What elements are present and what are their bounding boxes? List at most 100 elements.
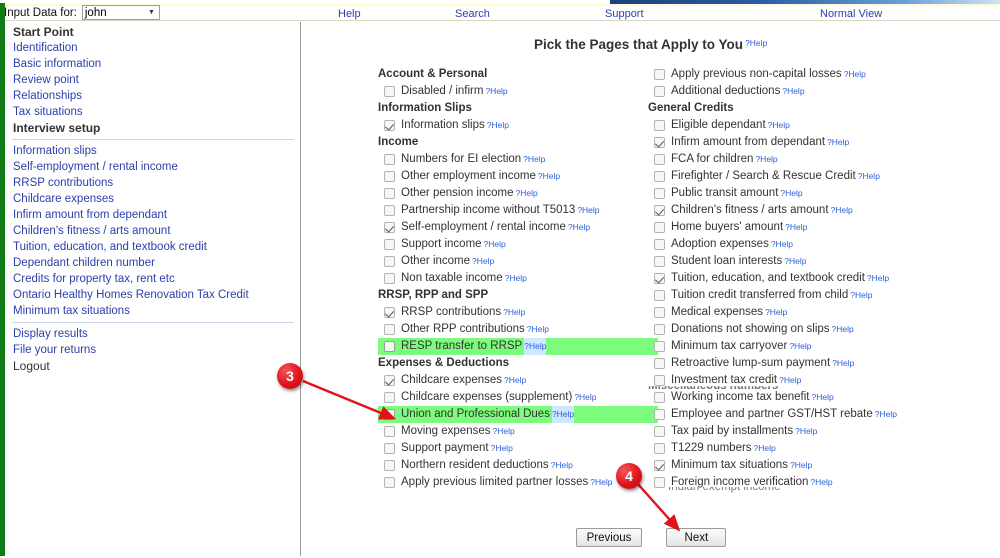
sidebar-item-identification[interactable]: Identification [6,40,298,56]
help-link-disabled-infirm[interactable]: ?Help [485,83,507,100]
help-link-minimum-tax-carryover[interactable]: ?Help [789,338,811,355]
help-link-tuition-education-and-textbook-credit[interactable]: ?Help [867,270,889,287]
help-link-tuition-credit-transferred-from-child[interactable]: ?Help [850,287,872,304]
help-link-home-buyers-amount[interactable]: ?Help [785,219,807,236]
help-link-retroactive-lump-sum-payment[interactable]: ?Help [832,355,854,372]
checkbox-row-support-income[interactable]: Support income ?Help [378,236,658,253]
checkbox-row-additional-deductions[interactable]: Additional deductions ?Help [648,83,948,100]
sidebar-item-minimum-tax-situations[interactable]: Minimum tax situations [6,303,298,319]
sidebar-item-tuition-education-textbook-credit[interactable]: Tuition, education, and textbook credit [6,239,298,255]
checkbox-row-other-income[interactable]: Other income ?Help [378,253,658,270]
checkbox-row-other-pension-income[interactable]: Other pension income ?Help [378,185,658,202]
checkbox-row-t1229-numbers[interactable]: T1229 numbers ?Help [648,440,948,457]
help-link-non-taxable-income[interactable]: ?Help [505,270,527,287]
checkbox-row-working-income-tax-benefit[interactable]: Working income tax benefit ?Help [648,389,948,406]
checkbox-firefighter-search-and-rescue-credit[interactable] [654,171,665,182]
checkbox-row-resp-transfer-to-rrsp[interactable]: RESP transfer to RRSP ?Help [378,338,658,355]
help-link-apply-previous-limited-partner-losses[interactable]: ?Help [590,474,612,491]
help-link-working-income-tax-benefit[interactable]: ?Help [812,389,834,406]
checkbox-minimum-tax-situations[interactable] [654,460,665,471]
sidebar-item-infirm-amount-from-dependant[interactable]: Infirm amount from dependant [6,207,298,223]
previous-button[interactable]: Previous [575,528,643,547]
checkbox-resp-transfer-to-rrsp[interactable] [384,341,395,352]
checkbox-row-donations-not-showing-on-slips[interactable]: Donations not showing on slips ?Help [648,321,948,338]
help-link-medical-expenses[interactable]: ?Help [765,304,787,321]
help-link-union-and-professional-dues[interactable]: ?Help [551,406,575,423]
checkbox-donations-not-showing-on-slips[interactable] [654,324,665,335]
sidebar-item-childrens-fitness-arts-amount[interactable]: Children's fitness / arts amount [6,223,298,239]
checkbox-row-disabled-infirm[interactable]: Disabled / infirm ?Help [378,83,658,100]
checkbox-row-investment-tax-credit[interactable]: Investment tax credit ?Help [648,372,948,389]
checkbox-support-income[interactable] [384,239,395,250]
checkbox-student-loan-interests[interactable] [654,256,665,267]
checkbox-fca-for-children[interactable] [654,154,665,165]
checkbox-medical-expenses[interactable] [654,307,665,318]
checkbox-row-retroactive-lump-sum-payment[interactable]: Retroactive lump-sum payment ?Help [648,355,948,372]
checkbox-information-slips[interactable] [384,120,395,131]
checkbox-row-minimum-tax-situations[interactable]: Minimum tax situations ?Help [648,457,948,474]
checkbox-row-childcare-expenses[interactable]: Childcare expenses ?Help [378,372,658,389]
help-link-t1229-numbers[interactable]: ?Help [754,440,776,457]
nav-link-normal-view[interactable]: Normal View [820,8,882,20]
sidebar-item-tax-situations[interactable]: Tax situations [6,104,298,120]
checkbox-row-other-employment-income[interactable]: Other employment income ?Help [378,168,658,185]
help-link-fca-for-children[interactable]: ?Help [755,151,777,168]
help-link-eligible-dependant[interactable]: ?Help [768,117,790,134]
checkbox-row-foreign-income-verification[interactable]: Foreign income verification ?Help [648,474,948,491]
help-link-employee-and-partner-gst-hst-rebate[interactable]: ?Help [875,406,897,423]
sidebar-item-relationships[interactable]: Relationships [6,88,298,104]
help-link-resp-transfer-to-rrsp[interactable]: ?Help [524,338,547,355]
help-link-information-slips[interactable]: ?Help [487,117,509,134]
checkbox-row-tuition-education-and-textbook-credit[interactable]: Tuition, education, and textbook credit?… [648,270,948,287]
checkbox-other-pension-income[interactable] [384,188,395,199]
checkbox-row-children-s-fitness-arts-amount[interactable]: Children's fitness / arts amount ?Help [648,202,948,219]
checkbox-tuition-credit-transferred-from-child[interactable] [654,290,665,301]
sidebar-item-display-results[interactable]: Display results [6,326,298,342]
sidebar-item-start-point[interactable]: Start Point [6,24,298,40]
sidebar-item-logout[interactable]: Logout [6,358,298,374]
checkbox-t1229-numbers[interactable] [654,443,665,454]
sidebar-item-file-your-returns[interactable]: File your returns [6,342,298,358]
help-link-numbers-for-ei-election[interactable]: ?Help [523,151,545,168]
checkbox-retroactive-lump-sum-payment[interactable] [654,358,665,369]
checkbox-row-numbers-for-ei-election[interactable]: Numbers for EI election ?Help [378,151,658,168]
checkbox-disabled-infirm[interactable] [384,86,395,97]
sidebar-item-ontario-healthy-homes-renovation[interactable]: Ontario Healthy Homes Renovation Tax Cre… [6,287,298,303]
checkbox-row-support-payment[interactable]: Support payment ?Help [378,440,658,457]
checkbox-self-employment-rental-income[interactable] [384,222,395,233]
checkbox-northern-resident-deductions[interactable] [384,460,395,471]
checkbox-additional-deductions[interactable] [654,86,665,97]
checkbox-row-non-taxable-income[interactable]: Non taxable income ?Help [378,270,658,287]
checkbox-row-apply-previous-non-capital-losses[interactable]: Apply previous non-capital losses ?Help [648,66,948,83]
checkbox-childcare-expenses[interactable] [384,375,395,386]
sidebar-item-self-employment-rental-income[interactable]: Self-employment / rental income [6,159,298,175]
checkbox-apply-previous-non-capital-losses[interactable] [654,69,665,80]
checkbox-home-buyers-amount[interactable] [654,222,665,233]
help-link-minimum-tax-situations[interactable]: ?Help [790,457,812,474]
sidebar-item-rrsp-contributions[interactable]: RRSP contributions [6,175,298,191]
help-link-childcare-expenses-supplement[interactable]: ?Help [574,389,596,406]
help-link-partnership-income-without-t5013[interactable]: ?Help [577,202,599,219]
checkbox-employee-and-partner-gst-hst-rebate[interactable] [654,409,665,420]
sidebar-item-credits-for-property-tax-rent[interactable]: Credits for property tax, rent etc [6,271,298,287]
checkbox-rrsp-contributions[interactable] [384,307,395,318]
checkbox-row-employee-and-partner-gst-hst-rebate[interactable]: Employee and partner GST/HST rebate ?Help [648,406,948,423]
checkbox-tax-paid-by-installments[interactable] [654,426,665,437]
checkbox-row-rrsp-contributions[interactable]: RRSP contributions ?Help [378,304,658,321]
checkbox-row-information-slips[interactable]: Information slips ?Help [378,117,658,134]
checkbox-row-self-employment-rental-income[interactable]: Self-employment / rental income ?Help [378,219,658,236]
help-link-childcare-expenses[interactable]: ?Help [504,372,526,389]
checkbox-row-other-rpp-contributions[interactable]: Other RPP contributions ?Help [378,321,658,338]
checkbox-row-partnership-income-without-t5013[interactable]: Partnership income without T5013 ?Help [378,202,658,219]
help-link-other-income[interactable]: ?Help [472,253,494,270]
help-link-firefighter-search-and-rescue-credit[interactable]: ?Help [858,168,880,185]
checkbox-apply-previous-limited-partner-losses[interactable] [384,477,395,488]
checkbox-tuition-education-and-textbook-credit[interactable] [654,273,665,284]
help-link-donations-not-showing-on-slips[interactable]: ?Help [832,321,854,338]
help-link-support-payment[interactable]: ?Help [491,440,513,457]
next-button[interactable]: Next [666,528,727,547]
help-link-other-rpp-contributions[interactable]: ?Help [527,321,549,338]
checkbox-row-medical-expenses[interactable]: Medical expenses ?Help [648,304,948,321]
checkbox-row-student-loan-interests[interactable]: Student loan interests ?Help [648,253,948,270]
checkbox-other-rpp-contributions[interactable] [384,324,395,335]
